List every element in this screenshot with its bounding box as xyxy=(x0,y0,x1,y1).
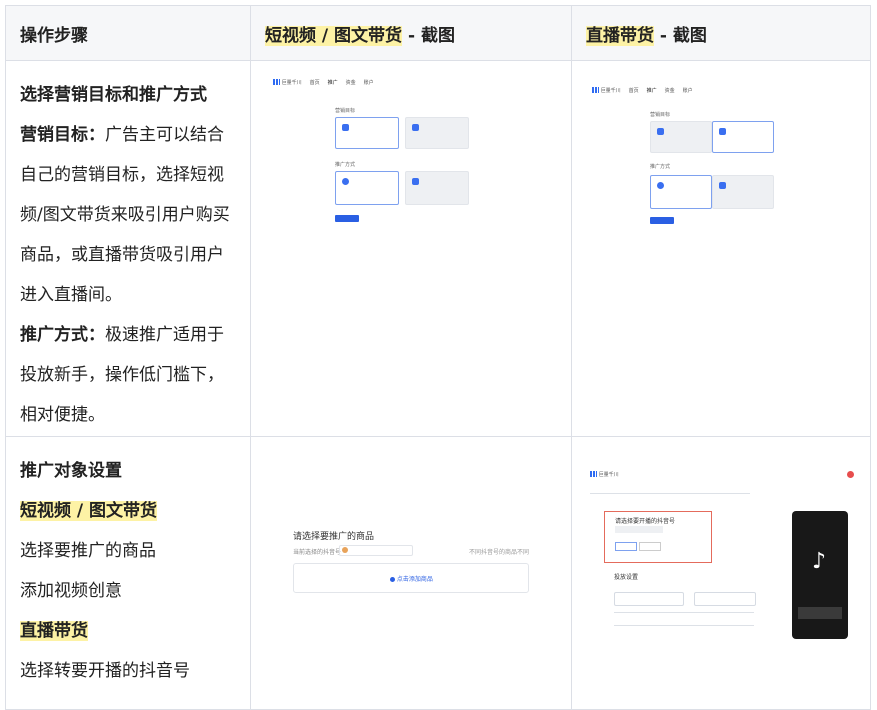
row1-title: 选择营销目标和推广方式 xyxy=(20,85,207,105)
logo-icon: 巨量千川 xyxy=(273,79,302,86)
row1-para2: 推广方式：极速推广适用于投放新手，操作低门槛下，相对便捷。 xyxy=(20,325,224,425)
row2-sub1-label: 短视频 / 图文带货 xyxy=(20,501,158,521)
logo-icon: 巨量千川 xyxy=(590,471,619,478)
table-header-row: 操作步骤 短视频 / 图文带货 - 截图 直播带货 - 截图 xyxy=(5,5,871,61)
next-button xyxy=(650,217,674,224)
row1-shot-a-cell: 巨量千川 首页 推广 资金 账户 营销目标 推广方式 xyxy=(250,60,572,437)
row2-shot-c-cell: 请选择要推广的商品 当前选择的抖音号 不同抖音号的商品不同 点击添加商品 xyxy=(250,436,572,710)
next-button xyxy=(335,215,359,222)
screenshot-shortvideo-goal: 巨量千川 首页 推广 资金 账户 营销目标 推广方式 xyxy=(273,75,553,275)
comparison-table: 操作步骤 短视频 / 图文带货 - 截图 直播带货 - 截图 选择营销目标和推广… xyxy=(5,5,871,710)
row1-para1: 营销目标：广告主可以结合自己的营销目标，选择短视频/图文带货来吸引用户购买商品，… xyxy=(20,125,230,305)
notification-icon xyxy=(847,471,854,478)
row1-shot-b-cell: 巨量千川 首页 推广 资金 账户 营销目标 推广方式 xyxy=(571,60,871,437)
row1-text-cell: 选择营销目标和推广方式 营销目标：广告主可以结合自己的营销目标，选择短视频/图文… xyxy=(5,60,251,437)
screenshot-select-product: 请选择要推广的商品 当前选择的抖音号 不同抖音号的商品不同 点击添加商品 xyxy=(291,527,531,607)
row2-sub1-line1: 选择要推广的商品 xyxy=(20,541,156,561)
row2-title: 推广对象设置 xyxy=(20,461,122,481)
header-live: 直播带货 - 截图 xyxy=(571,5,871,61)
table-row: 推广对象设置 短视频 / 图文带货 选择要推广的商品 添加视频创意 直播带货 选… xyxy=(5,436,871,710)
row2-sub2-line1: 选择转要开播的抖音号 xyxy=(20,661,190,681)
screenshot-live-goal: 巨量千川 首页 推广 资金 账户 营销目标 推广方式 xyxy=(592,83,854,283)
add-product-button: 点击添加商品 xyxy=(390,574,433,583)
phone-preview: ♪ xyxy=(792,511,848,639)
screenshot-select-live-account: 巨量千川 请选择要开播的抖音号 投放设置 ♪ xyxy=(590,467,856,667)
row2-text-cell: 推广对象设置 短视频 / 图文带货 选择要推广的商品 添加视频创意 直播带货 选… xyxy=(5,436,251,710)
row2-shot-d-cell: 巨量千川 请选择要开播的抖音号 投放设置 ♪ xyxy=(571,436,871,710)
row2-sub2-label: 直播带货 xyxy=(20,621,88,641)
row2-sub1-line2: 添加视频创意 xyxy=(20,581,122,601)
header-shortvideo: 短视频 / 图文带货 - 截图 xyxy=(250,5,572,61)
table-row: 选择营销目标和推广方式 营销目标：广告主可以结合自己的营销目标，选择短视频/图文… xyxy=(5,60,871,437)
header-steps: 操作步骤 xyxy=(5,5,251,61)
tiktok-icon: ♪ xyxy=(812,549,827,574)
logo-icon: 巨量千川 xyxy=(592,87,621,94)
